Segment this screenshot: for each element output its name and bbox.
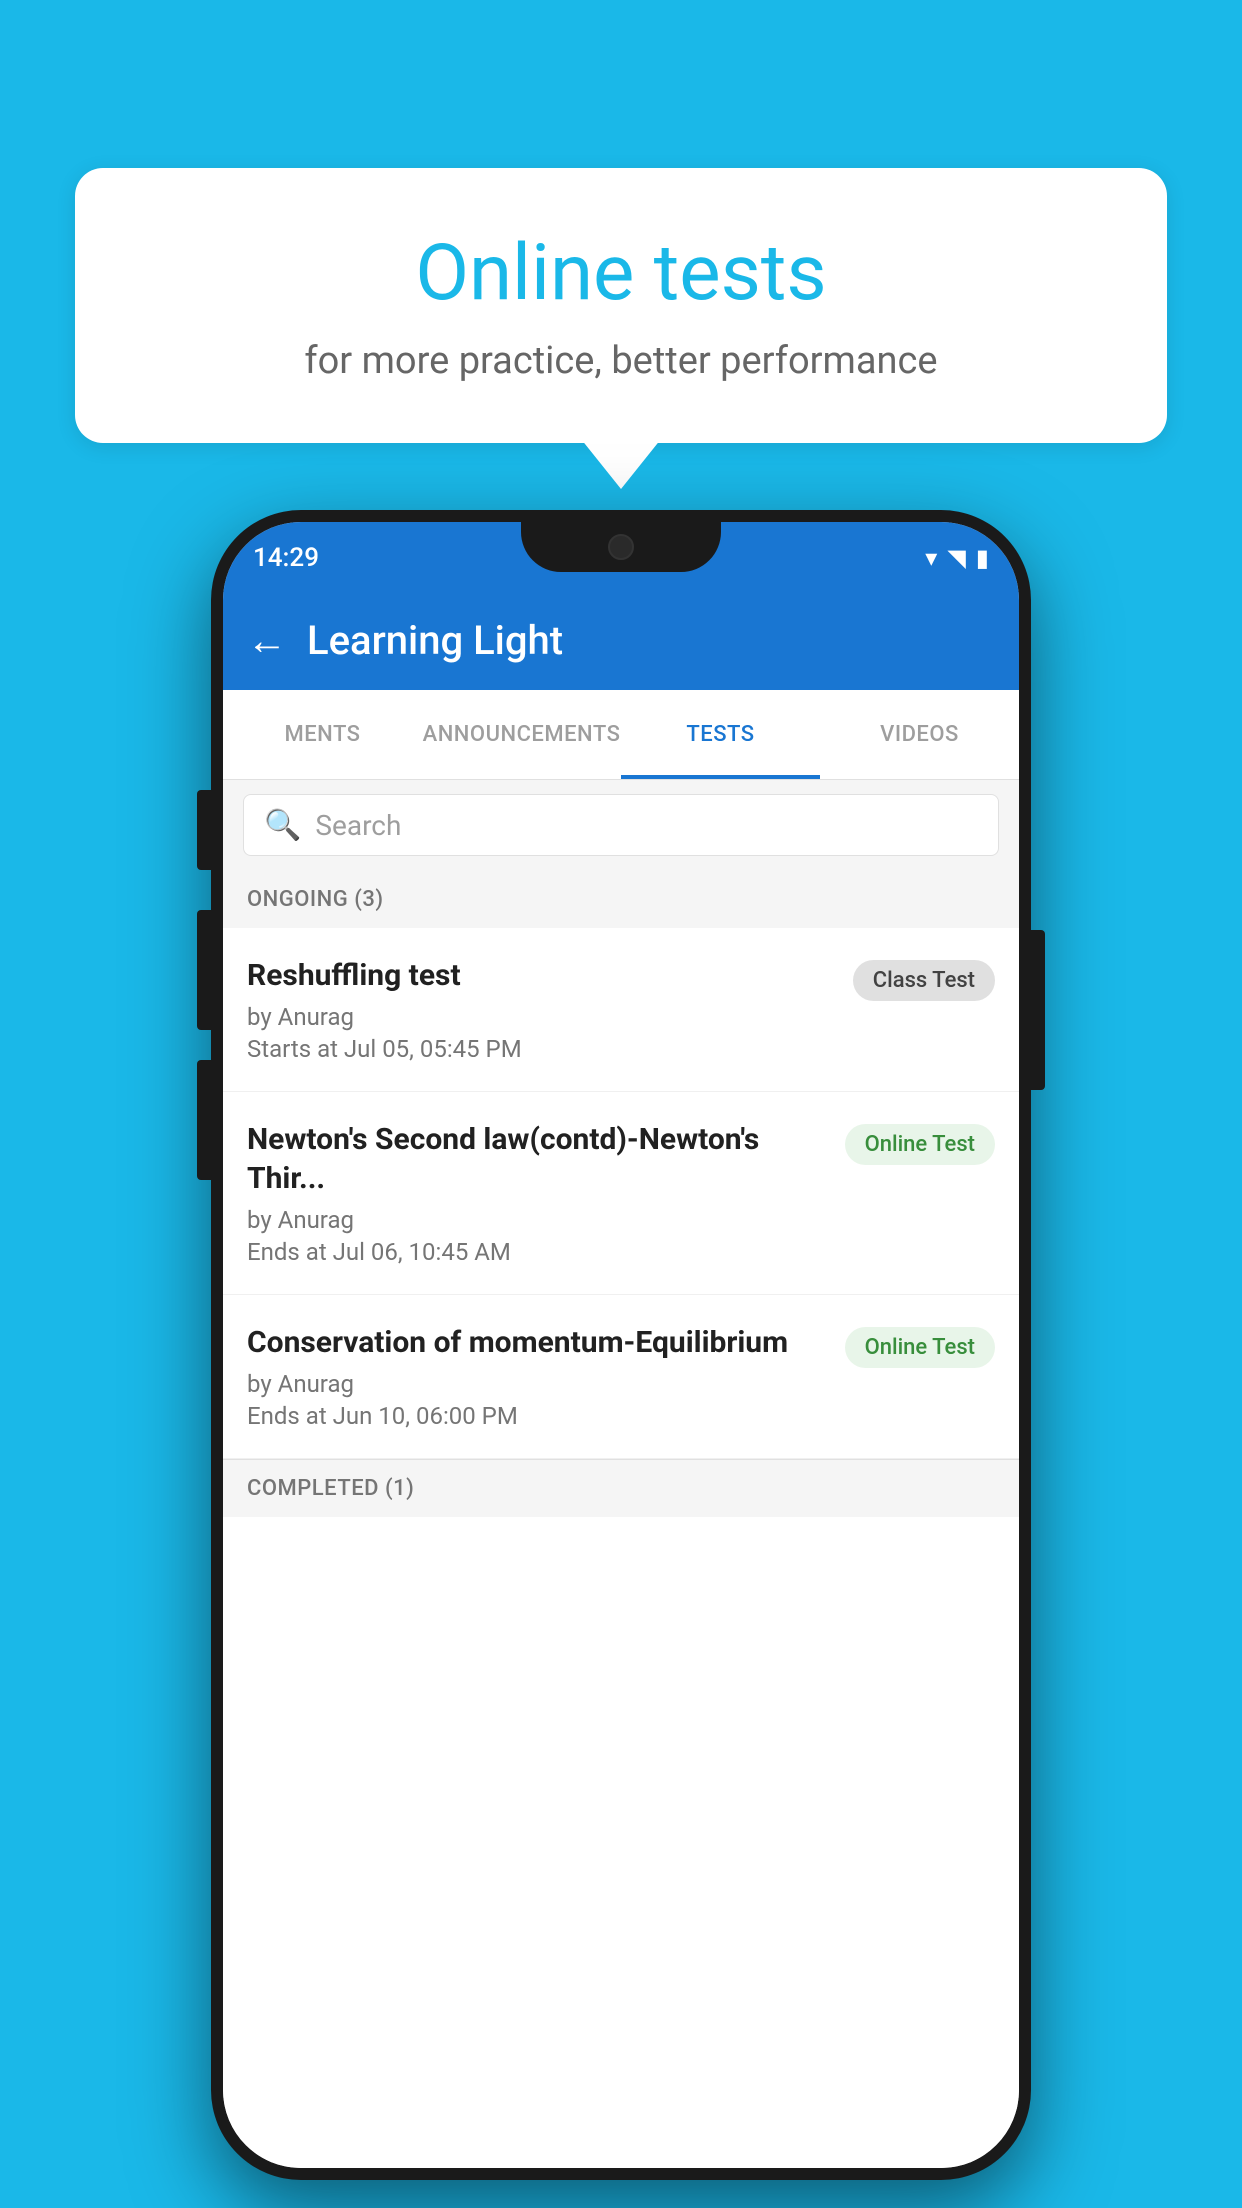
completed-section-header: COMPLETED (1) (223, 1459, 1019, 1517)
tabs-bar: MENTS ANNOUNCEMENTS TESTS VIDEOS (223, 690, 1019, 780)
camera-icon (608, 534, 634, 560)
search-box[interactable]: 🔍 Search (243, 794, 999, 856)
app-bar: ← Learning Light (223, 590, 1019, 690)
phone-notch (521, 522, 721, 572)
search-container: 🔍 Search (223, 780, 1019, 870)
test-badge-reshuffling: Class Test (853, 960, 995, 1001)
test-date-newton: Ends at Jul 06, 10:45 AM (247, 1238, 829, 1266)
test-name-newton: Newton's Second law(contd)-Newton's Thir… (247, 1120, 829, 1198)
test-item-reshuffling[interactable]: Reshuffling test by Anurag Starts at Jul… (223, 928, 1019, 1092)
test-item-newton[interactable]: Newton's Second law(contd)-Newton's Thir… (223, 1092, 1019, 1295)
test-author-reshuffling: by Anurag (247, 1003, 837, 1031)
test-date-conservation: Ends at Jun 10, 06:00 PM (247, 1402, 829, 1430)
search-icon: 🔍 (264, 808, 301, 843)
test-author-conservation: by Anurag (247, 1370, 829, 1398)
phone-wrapper: 14:29 ▾ ◥ ▮ ← Learning Light MENTS (211, 510, 1031, 2180)
phone-frame: 14:29 ▾ ◥ ▮ ← Learning Light MENTS (211, 510, 1031, 2180)
tab-ments[interactable]: MENTS (223, 690, 422, 779)
search-placeholder: Search (315, 809, 401, 842)
battery-icon: ▮ (976, 544, 989, 572)
test-info-reshuffling: Reshuffling test by Anurag Starts at Jul… (247, 956, 837, 1063)
test-date-reshuffling: Starts at Jul 05, 05:45 PM (247, 1035, 837, 1063)
speech-bubble-title: Online tests (115, 228, 1127, 319)
signal-icon: ◥ (947, 544, 965, 572)
tab-videos[interactable]: VIDEOS (820, 690, 1019, 779)
test-info-newton: Newton's Second law(contd)-Newton's Thir… (247, 1120, 829, 1266)
silent-button (197, 1060, 211, 1180)
speech-bubble-subtitle: for more practice, better performance (115, 339, 1127, 383)
ongoing-section-label: ONGOING (3) (247, 887, 384, 912)
power-button (1031, 930, 1045, 1090)
app-title: Learning Light (307, 617, 563, 664)
back-button[interactable]: ← (247, 617, 287, 664)
status-time: 14:29 (253, 539, 319, 573)
test-name-reshuffling: Reshuffling test (247, 956, 837, 995)
ongoing-section-header: ONGOING (3) (223, 870, 1019, 928)
test-list: Reshuffling test by Anurag Starts at Jul… (223, 928, 1019, 2168)
phone-screen: 14:29 ▾ ◥ ▮ ← Learning Light MENTS (223, 522, 1019, 2168)
test-name-conservation: Conservation of momentum-Equilibrium (247, 1323, 829, 1362)
tab-tests[interactable]: TESTS (621, 690, 820, 779)
volume-up-button (197, 790, 211, 870)
test-author-newton: by Anurag (247, 1206, 829, 1234)
speech-bubble: Online tests for more practice, better p… (75, 168, 1167, 443)
background: Online tests for more practice, better p… (0, 0, 1242, 2208)
test-info-conservation: Conservation of momentum-Equilibrium by … (247, 1323, 829, 1430)
test-item-conservation[interactable]: Conservation of momentum-Equilibrium by … (223, 1295, 1019, 1459)
wifi-icon: ▾ (925, 544, 937, 572)
status-icons: ▾ ◥ ▮ (925, 540, 989, 572)
test-badge-conservation: Online Test (845, 1327, 995, 1368)
volume-down-button (197, 910, 211, 1030)
tab-announcements[interactable]: ANNOUNCEMENTS (422, 690, 621, 779)
test-badge-newton: Online Test (845, 1124, 995, 1165)
completed-section-label: COMPLETED (1) (247, 1476, 414, 1501)
